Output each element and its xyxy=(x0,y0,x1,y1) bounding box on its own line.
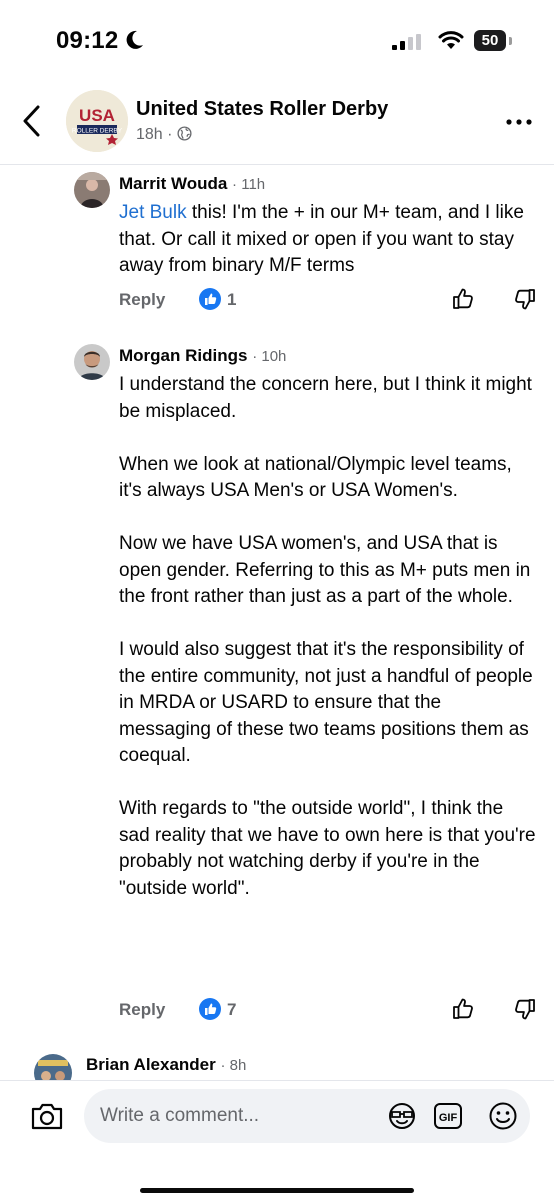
wifi-icon xyxy=(438,31,464,49)
avatar[interactable] xyxy=(74,172,110,208)
gif-label: GIF xyxy=(439,1112,458,1124)
comment-paragraph: I would also suggest that it's the respo… xyxy=(119,639,533,766)
home-indicator xyxy=(140,1188,414,1193)
page-logo[interactable]: USA ROLLER DERBY xyxy=(66,90,128,152)
post-meta: 18h · xyxy=(136,126,192,144)
avatar[interactable] xyxy=(34,1054,72,1080)
page-name[interactable]: United States Roller Derby xyxy=(136,98,388,121)
comment-input-placeholder[interactable]: Write a comment... xyxy=(100,1105,259,1127)
logo-text-roller-derby: ROLLER DERBY xyxy=(72,128,123,135)
gif-icon[interactable]: GIF xyxy=(432,1101,464,1131)
emoji-icon[interactable] xyxy=(488,1101,518,1131)
like-badge-icon xyxy=(199,288,221,310)
like-badge-icon xyxy=(199,998,221,1020)
comment-paragraph: When we look at national/Olympic level t… xyxy=(119,453,512,502)
meta-separator: · xyxy=(167,126,173,143)
comment-input[interactable]: Write a comment... GIF xyxy=(84,1089,530,1143)
comment-time: · 8h xyxy=(220,1057,247,1074)
author-name[interactable]: Morgan Ridings xyxy=(119,346,247,365)
mention-link[interactable]: Jet Bulk xyxy=(119,202,187,223)
comment-time: · 10h xyxy=(252,348,287,365)
logo-text-usa: USA xyxy=(79,106,115,125)
chevron-left-icon[interactable] xyxy=(20,104,44,138)
comment-body: I understand the concern here, but I thi… xyxy=(119,372,537,902)
sticker-icon[interactable] xyxy=(386,1101,418,1131)
like-count[interactable]: 1 xyxy=(227,290,236,310)
comment-paragraph: I understand the concern here, but I thi… xyxy=(119,374,532,422)
comment-morgan-ridings: Morgan Ridings · 10h I understand the co… xyxy=(0,340,554,1040)
signal-icon xyxy=(392,34,421,50)
comment-brian-alexander: Brian Alexander · 8h xyxy=(0,1050,554,1080)
status-bar: 09:12 50 xyxy=(0,0,554,80)
like-count[interactable]: 7 xyxy=(227,1000,236,1020)
comment-actions: Reply 7 xyxy=(119,996,539,1026)
comment-marrit-wouda: Marrit Wouda · 11h Jet Bulk this! I'm th… xyxy=(0,168,554,328)
status-time: 09:12 xyxy=(56,27,119,54)
camera-icon[interactable] xyxy=(30,1101,64,1131)
comment-composer: Write a comment... GIF xyxy=(0,1080,554,1201)
avatar[interactable] xyxy=(74,344,110,380)
thumbs-up-icon[interactable] xyxy=(451,286,477,312)
battery-tip xyxy=(509,37,512,45)
comment-body: Jet Bulk this! I'm the + in our M+ team,… xyxy=(119,200,537,280)
comment-author[interactable]: Morgan Ridings · 10h xyxy=(119,346,286,366)
post-header: USA ROLLER DERBY United States Roller De… xyxy=(0,80,554,165)
reply-button[interactable]: Reply xyxy=(119,290,165,310)
reply-button[interactable]: Reply xyxy=(119,1000,165,1020)
author-name[interactable]: Brian Alexander xyxy=(86,1055,216,1074)
comment-paragraph: With regards to "the outside world", I t… xyxy=(119,798,536,899)
comment-author[interactable]: Marrit Wouda · 11h xyxy=(119,174,265,194)
thumbs-down-icon[interactable] xyxy=(511,996,537,1022)
thumbs-up-icon[interactable] xyxy=(451,996,477,1022)
battery-indicator: 50 xyxy=(474,30,506,51)
comment-actions: Reply 1 xyxy=(119,286,539,316)
post-age: 18h xyxy=(136,126,163,143)
more-horizontal-icon[interactable] xyxy=(506,118,532,126)
author-name[interactable]: Marrit Wouda xyxy=(119,174,227,193)
comment-time: · 11h xyxy=(232,176,266,193)
globe-icon xyxy=(177,126,192,141)
comment-paragraph: Now we have USA women's, and USA that is… xyxy=(119,533,531,607)
moon-icon xyxy=(126,30,143,49)
thumbs-down-icon[interactable] xyxy=(511,286,537,312)
comment-author[interactable]: Brian Alexander · 8h xyxy=(86,1055,246,1075)
